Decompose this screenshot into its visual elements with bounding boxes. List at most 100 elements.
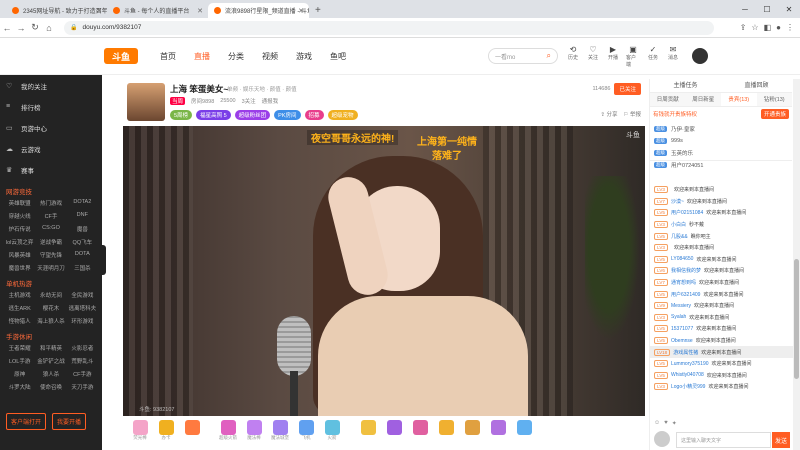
rank-row[interactable]: 超级 999s (654, 135, 788, 147)
sidebar-bottom-button[interactable]: 我要开播 (52, 413, 87, 430)
sidebar-category[interactable]: 魔兽 (67, 225, 98, 233)
panel-tab[interactable]: 贵宾(13) (721, 93, 757, 106)
scrollbar-thumb[interactable] (794, 259, 799, 379)
chat-nickname[interactable]: 我相信我的梦 (671, 267, 701, 274)
gift-item[interactable]: 魔法棒 (243, 420, 265, 446)
minimize-icon[interactable]: ─ (734, 0, 756, 18)
gift-item[interactable]: 超级火箭 (217, 420, 239, 446)
site-logo[interactable]: 斗鱼 (104, 48, 138, 64)
chat-nickname[interactable]: Syalah (671, 314, 686, 320)
sidebar-category[interactable]: 狼人杀 (35, 370, 66, 378)
reload-icon[interactable]: ↻ (28, 22, 42, 33)
sidebar-category[interactable]: 魔兽世界 (4, 264, 35, 272)
sidebar-category[interactable]: 全民游戏 (67, 291, 98, 299)
nav-item[interactable]: 分类 (228, 51, 244, 62)
sidebar-category[interactable]: 风暴英雄 (4, 251, 35, 259)
room-badge[interactable]: 5周榜 (170, 110, 193, 120)
sidebar-category[interactable]: DOTA2 (67, 199, 98, 207)
chat-nickname[interactable]: Messiery (671, 303, 691, 309)
avatar[interactable] (692, 48, 708, 64)
chat-nickname[interactable]: 几股&& (671, 233, 688, 240)
sidebar-category[interactable]: 火影忍者 (67, 344, 98, 352)
sidebar-category[interactable]: 斗罗大陆 (4, 383, 35, 391)
sidebar-category[interactable]: 天刀手游 (67, 383, 98, 391)
panel-tab[interactable]: 钻粉(13) (757, 93, 793, 106)
room-badge[interactable]: 超级粉丝团 (234, 110, 271, 120)
sidebar-category[interactable]: 金铲铲之战 (35, 357, 66, 365)
sidebar-category[interactable]: LOL手游 (4, 357, 35, 365)
chat-nickname[interactable]: 通宵想到吗 (671, 279, 696, 286)
nav-item[interactable]: 游戏 (296, 51, 312, 62)
tab-close-icon[interactable]: ✕ (298, 7, 304, 15)
extensions-icon[interactable]: ◧ (764, 23, 772, 32)
sidebar-category[interactable]: 怪物猎人 (4, 317, 35, 325)
sidebar-bottom-button[interactable]: 客户端打开 (6, 413, 47, 430)
gift-item[interactable] (357, 420, 379, 446)
gift-item[interactable]: 火箭 (321, 420, 343, 446)
rank-row[interactable]: 超级 用户0724051 (654, 159, 788, 171)
gift-item[interactable] (383, 420, 405, 446)
star-icon[interactable]: ☆ (751, 23, 758, 32)
report-button[interactable]: ⚐ 举报 (624, 110, 641, 118)
chat-nickname[interactable]: 15371077 (671, 326, 693, 332)
gift-item[interactable] (487, 420, 509, 446)
sidebar-category[interactable]: 英雄联盟 (4, 199, 35, 207)
sidebar-category[interactable]: 荒野乱斗 (67, 357, 98, 365)
chat-nickname[interactable]: 小白白 (671, 221, 686, 228)
sidebar-category[interactable]: CF手游 (67, 370, 98, 378)
nav-item[interactable]: 首页 (160, 51, 176, 62)
nav-item[interactable]: 直播 (194, 51, 210, 62)
forward-icon[interactable]: → (14, 23, 28, 33)
gift-item[interactable] (435, 420, 457, 446)
search-input[interactable]: 一看mo ⌕ (488, 48, 558, 64)
send-button[interactable]: 发送 (772, 432, 790, 448)
sidebar-category[interactable]: 海上狼人杀 (35, 317, 66, 325)
chat-list[interactable]: LV3 欢迎来到本直播间 LV7 沙漠~ 欢迎来到本直播间 LV5 用户02151084 欢迎… (650, 184, 793, 427)
sidebar-category[interactable]: 穿越火线 (4, 212, 35, 220)
sidebar-category[interactable]: 原神 (4, 370, 35, 378)
gift-item[interactable] (181, 420, 203, 446)
sidebar-item[interactable]: ▭ 页游中心 (0, 117, 102, 138)
header-task[interactable]: ✓ 任务 (646, 45, 660, 68)
gift-item[interactable] (409, 420, 431, 446)
room-badge[interactable]: 福星高照 5 (196, 110, 231, 120)
chat-input[interactable]: 这里输入聊天文字 (676, 432, 771, 448)
nav-item[interactable]: 视频 (262, 51, 278, 62)
browser-tab[interactable]: 流浪9898行星限_频道直播 - 斗鱼 ✕ (208, 3, 309, 18)
sidebar-category[interactable]: QQ飞车 (67, 238, 98, 246)
sidebar-category[interactable]: 天涯明月刀 (35, 264, 66, 272)
sidebar-collapse-handle[interactable] (100, 245, 106, 275)
rank-row[interactable]: 超级 玉英的乐 (654, 147, 788, 159)
follow-button[interactable]: 已关注 (614, 83, 641, 95)
report-label[interactable]: 通报我 (262, 97, 279, 105)
sidebar-item[interactable]: ♛ 赛事 (0, 159, 102, 180)
emoji-icon[interactable]: ☺ (654, 420, 660, 426)
open-noble-button[interactable]: 开通贵族 (760, 109, 789, 119)
header-follow[interactable]: ♡ 关注 (586, 45, 600, 68)
panel-top-tab[interactable]: 主播任务 (650, 79, 721, 92)
sidebar-category[interactable]: 逃离塔科夫 (67, 304, 98, 312)
chat-nickname[interactable]: Obemnse (671, 338, 693, 344)
sidebar-category[interactable]: 环形游戏 (67, 317, 98, 325)
tab-close-icon[interactable]: ✕ (197, 7, 203, 15)
page-scrollbar[interactable] (793, 79, 800, 450)
sidebar-category[interactable]: 三国杀 (67, 264, 98, 272)
sidebar-category[interactable]: 逃生ARK (4, 304, 35, 312)
room-badge[interactable]: PK房间 (274, 110, 301, 120)
header-live[interactable]: ▶ 开播 (606, 45, 620, 68)
room-badge[interactable]: 超级宠物 (327, 110, 358, 120)
sidebar-category[interactable]: 使命召唤 (35, 383, 66, 391)
gift-item[interactable]: 魔法城堡 (269, 420, 291, 446)
sidebar-category[interactable]: 王者荣耀 (4, 344, 35, 352)
chat-nickname[interactable]: Whistly040708 (671, 372, 704, 378)
fan-icon[interactable]: ✦ (672, 420, 677, 427)
video-player[interactable]: 夜空哥哥永远的神! 上海第一纯情 落难了 斗鱼 斗鱼: 9382107 (123, 126, 645, 416)
sidebar-category[interactable]: DNF (67, 212, 98, 220)
sidebar-item[interactable]: ≡ 排行榜 (0, 96, 102, 117)
chat-nickname[interactable]: Logo小精灵999 (671, 383, 705, 390)
sidebar-category[interactable]: DOTA (67, 251, 98, 259)
sidebar-category[interactable]: 永劫无间 (35, 291, 66, 299)
back-icon[interactable]: ← (0, 23, 14, 33)
url-field[interactable]: 🔒 douyu.com/9382107 (64, 20, 714, 35)
search-icon[interactable]: ⌕ (547, 51, 551, 61)
